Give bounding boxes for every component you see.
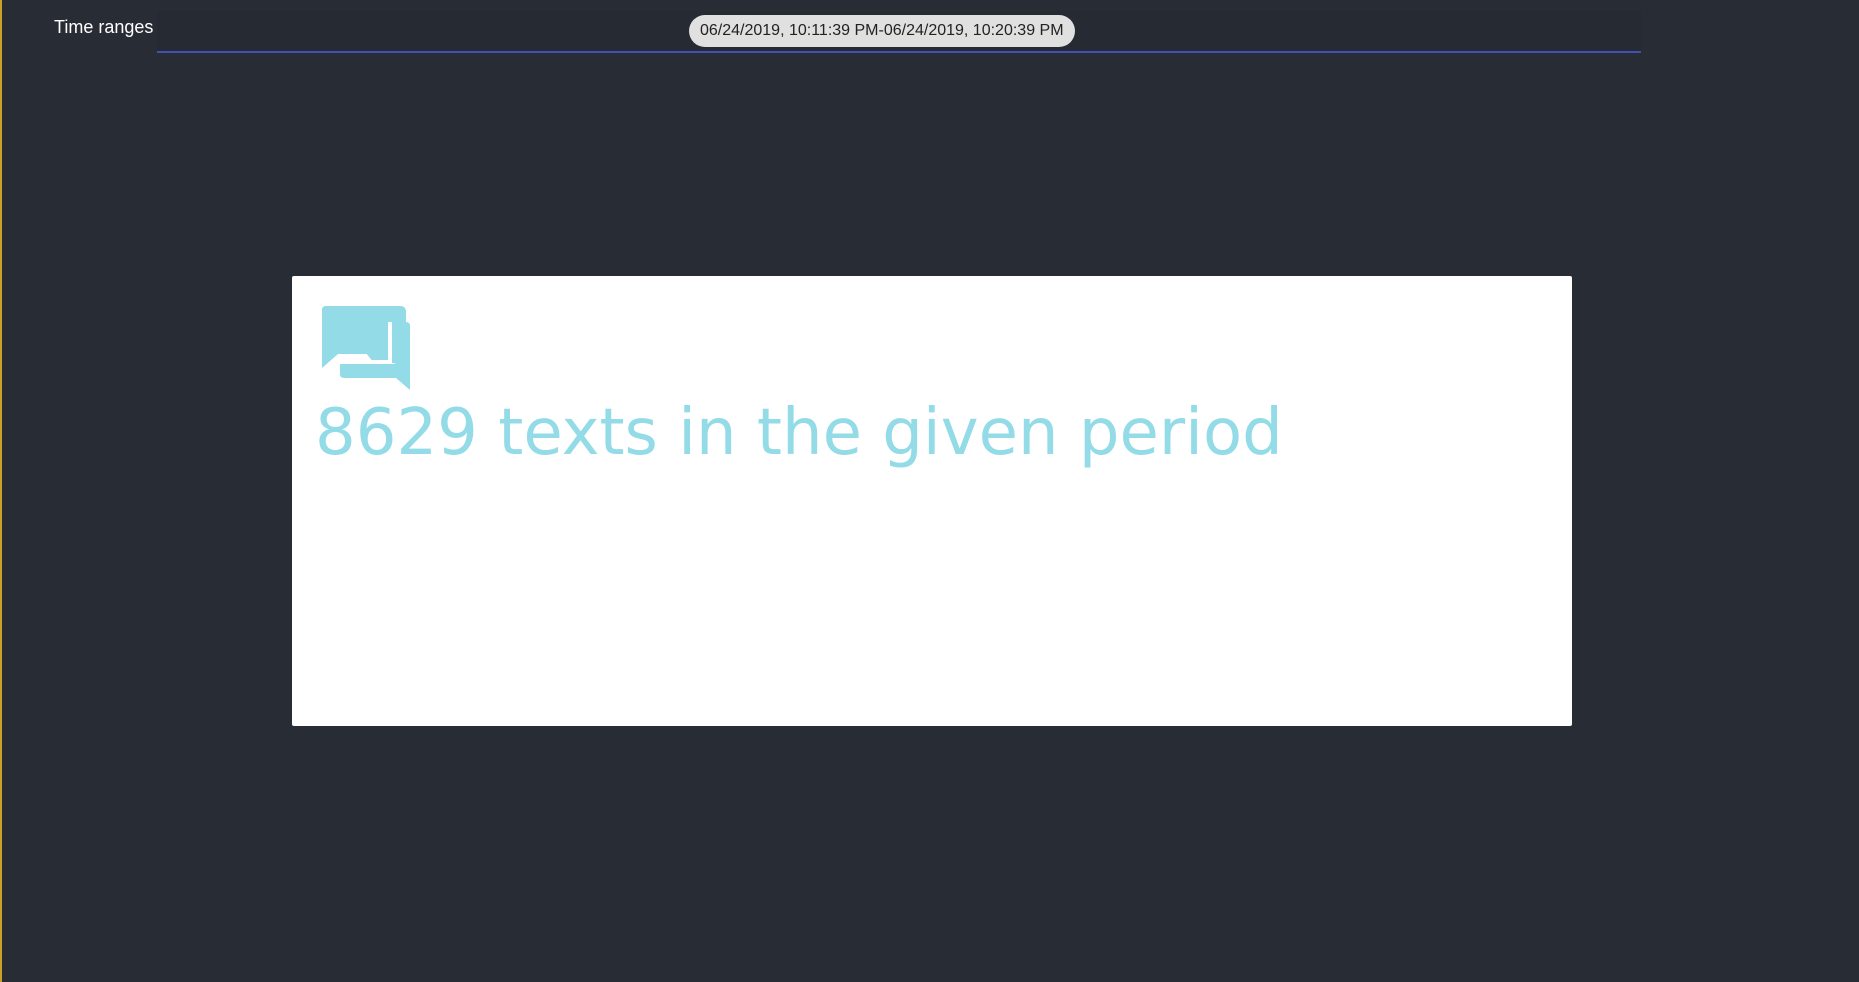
texts-count-summary: 8629 texts in the given period [315, 396, 1283, 470]
summary-card: 8629 texts in the given period [292, 276, 1572, 726]
chat-bubbles-icon [322, 306, 410, 390]
dashboard-page: Time ranges 06/24/2019, 10:11:39 PM-06/2… [0, 0, 1859, 982]
time-ranges-label: Time ranges [54, 17, 154, 37]
time-range-field[interactable]: 06/24/2019, 10:11:39 PM-06/24/2019, 10:2… [157, 11, 1641, 53]
time-range-chip[interactable]: 06/24/2019, 10:11:39 PM-06/24/2019, 10:2… [689, 15, 1075, 47]
